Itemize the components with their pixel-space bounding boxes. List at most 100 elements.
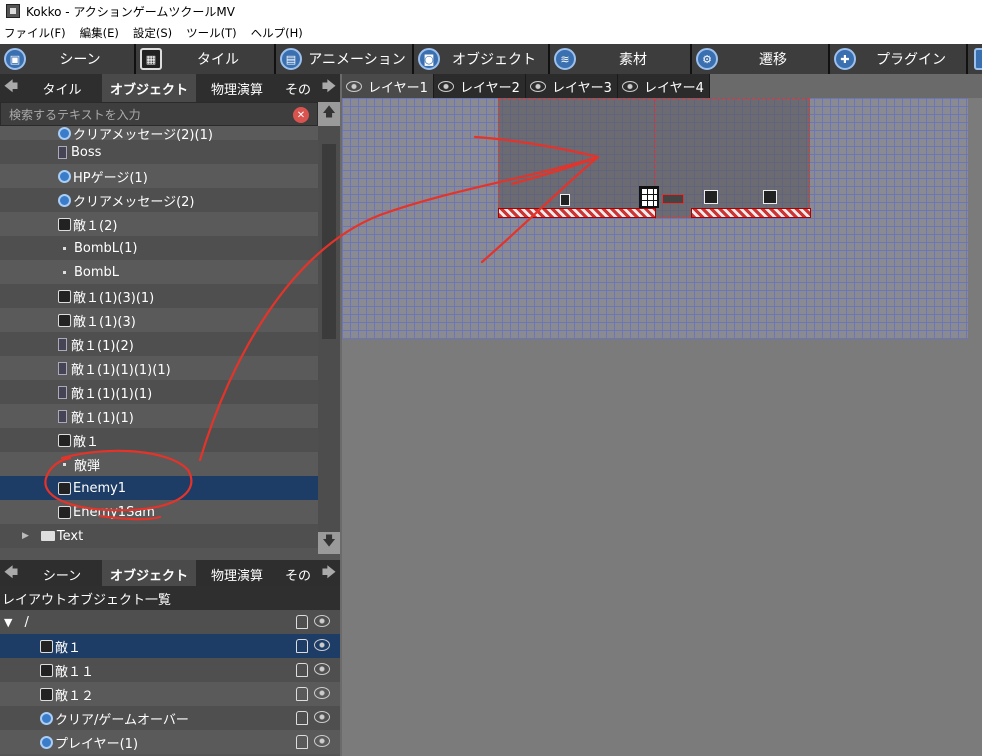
search-placeholder: 検索するテキストを入力 xyxy=(9,107,141,122)
expand-arrow-icon[interactable]: ▶ xyxy=(22,531,29,541)
layout-list-header: レイアウトオブジェクト一覧 xyxy=(0,586,340,610)
tree-item[interactable]: 敵１(1)(1)(1) xyxy=(0,380,318,404)
tree-item[interactable]: 敵１(1)(1) xyxy=(0,404,318,428)
layout-root-row[interactable]: ▼ / xyxy=(0,610,340,634)
eye-icon[interactable] xyxy=(438,80,454,92)
lock-icon[interactable] xyxy=(296,639,308,653)
tree-item[interactable]: 敵１(1)(3) xyxy=(0,308,318,332)
enemy-sprite[interactable] xyxy=(662,194,684,204)
toolbar-object-button[interactable]: ◙ オブジェクト xyxy=(414,44,550,74)
tree-item[interactable]: 敵１ xyxy=(0,428,318,452)
tree-item[interactable]: クリアメッセージ(2)(1) xyxy=(0,126,318,143)
tree-item-selected[interactable]: Enemy1 xyxy=(0,476,318,500)
object-icon xyxy=(40,711,53,725)
eye-icon[interactable] xyxy=(314,735,330,747)
scrollbar-thumb[interactable] xyxy=(322,144,336,339)
object-icon xyxy=(58,126,71,140)
lock-icon[interactable] xyxy=(296,615,308,629)
eye-icon[interactable] xyxy=(314,687,330,699)
layer-tab-1[interactable]: レイヤー1 xyxy=(342,74,434,98)
eye-icon[interactable] xyxy=(314,639,330,651)
enemy-sprite[interactable] xyxy=(704,190,718,204)
layout-item[interactable]: 敵１２ xyxy=(0,682,340,706)
tree-item[interactable]: 敵１(2) xyxy=(0,212,318,236)
tab-object[interactable]: オブジェクト xyxy=(102,560,196,588)
eye-icon[interactable] xyxy=(530,80,546,92)
character-icon xyxy=(58,145,67,159)
tree-item[interactable]: HPゲージ(1) xyxy=(0,164,318,188)
tree-item[interactable]: 敵１(1)(3)(1) xyxy=(0,284,318,308)
tree-item[interactable]: Enemy1Sam xyxy=(0,500,318,524)
tab-scene[interactable]: シーン xyxy=(22,560,102,588)
eye-icon[interactable] xyxy=(346,80,362,92)
tree-item[interactable]: 敵弾 xyxy=(0,452,318,476)
floor-tiles-right xyxy=(691,208,811,218)
tab-right-arrow-icon[interactable]: 🡆 xyxy=(318,74,340,102)
lock-icon[interactable] xyxy=(296,687,308,701)
menu-file[interactable]: ファイル(F) xyxy=(4,25,66,41)
tree-item[interactable]: クリアメッセージ(2) xyxy=(0,188,318,212)
tree-item[interactable]: 敵１(1)(1)(1)(1) xyxy=(0,356,318,380)
toolbar-tile-button[interactable]: ▦ タイル xyxy=(136,44,276,74)
tab-left-arrow-icon[interactable]: 🡄 xyxy=(0,560,22,588)
layer-tab-4[interactable]: レイヤー4 xyxy=(618,74,710,98)
scroll-up-button[interactable]: 🡅 xyxy=(318,102,340,126)
menu-help[interactable]: ヘルプ(H) xyxy=(251,25,303,41)
eye-icon[interactable] xyxy=(314,711,330,723)
scene-canvas[interactable] xyxy=(342,98,982,756)
main-toolbar: ▣ シーン ▦ タイル ▤ アニメーション ◙ オブジェクト ≋ 素材 ⚙ 遷移 ✚ プラグイ… xyxy=(0,44,982,74)
tab-physics[interactable]: 物理演算 xyxy=(196,560,278,588)
tree-item[interactable]: BombL xyxy=(0,260,318,284)
menu-edit[interactable]: 編集(E) xyxy=(80,25,119,41)
tab-other[interactable]: その xyxy=(278,560,318,588)
tab-object[interactable]: オブジェクト xyxy=(102,74,196,102)
toolbar-material-button[interactable]: ≋ 素材 xyxy=(550,44,692,74)
player-sprite[interactable] xyxy=(639,186,659,208)
layout-item[interactable]: プレイヤー(1) xyxy=(0,730,340,754)
layout-item-selected[interactable]: 敵１ xyxy=(0,634,340,658)
layer-tab-3[interactable]: レイヤー3 xyxy=(526,74,618,98)
plugin-icon: ✚ xyxy=(834,48,856,70)
tree-item[interactable]: BombL(1) xyxy=(0,236,318,260)
character-icon xyxy=(40,687,53,701)
layout-item[interactable]: 敵１１ xyxy=(0,658,340,682)
tab-right-arrow-icon[interactable]: 🡆 xyxy=(318,560,340,588)
layer-tab-2[interactable]: レイヤー2 xyxy=(434,74,526,98)
enemy-sprite[interactable] xyxy=(763,190,777,204)
search-input[interactable]: 検索するテキストを入力 ✕ xyxy=(0,102,318,126)
eye-icon[interactable] xyxy=(314,663,330,675)
toolbar-animation-button[interactable]: ▤ アニメーション xyxy=(276,44,414,74)
toolbar-transition-button[interactable]: ⚙ 遷移 xyxy=(692,44,830,74)
toolbar-plugin-button[interactable]: ✚ プラグイン xyxy=(830,44,968,74)
tree-item[interactable]: 敵１(1)(2) xyxy=(0,332,318,356)
toolbar-overflow-button[interactable] xyxy=(968,44,982,74)
tree-folder[interactable]: ▶ Text xyxy=(0,524,318,548)
character-icon xyxy=(58,313,71,327)
tab-tile[interactable]: タイル xyxy=(22,74,102,102)
enemy-sprite[interactable] xyxy=(560,194,570,206)
scene-icon: ▣ xyxy=(4,48,26,70)
title-bar: Kokko - アクションゲームツクールMV xyxy=(0,0,982,22)
window-title: Kokko - アクションゲームツクールMV xyxy=(26,4,235,19)
scroll-down-button[interactable]: 🡇 xyxy=(318,532,340,554)
layout-tabs: 🡄 シーン オブジェクト 物理演算 その 🡆 xyxy=(0,560,340,588)
eye-icon[interactable] xyxy=(622,80,638,92)
character-icon xyxy=(40,663,53,677)
lock-icon[interactable] xyxy=(296,711,308,725)
layout-item[interactable]: クリア/ゲームオーバー xyxy=(0,706,340,730)
tree-item[interactable]: Boss xyxy=(0,140,318,164)
tab-other[interactable]: その xyxy=(278,74,318,102)
eye-icon[interactable] xyxy=(314,615,330,627)
menu-tools[interactable]: ツール(T) xyxy=(186,25,237,41)
character-icon xyxy=(58,217,71,231)
lock-icon[interactable] xyxy=(296,663,308,677)
tab-physics[interactable]: 物理演算 xyxy=(196,74,278,102)
collapse-arrow-icon[interactable]: ▼ xyxy=(4,616,12,629)
character-icon xyxy=(58,409,67,423)
tab-left-arrow-icon[interactable]: 🡄 xyxy=(0,74,22,102)
menu-bar: ファイル(F) 編集(E) 設定(S) ツール(T) ヘルプ(H) xyxy=(0,22,982,44)
toolbar-scene-button[interactable]: ▣ シーン xyxy=(0,44,136,74)
lock-icon[interactable] xyxy=(296,735,308,749)
clear-search-icon[interactable]: ✕ xyxy=(293,107,309,123)
menu-settings[interactable]: 設定(S) xyxy=(133,25,172,41)
